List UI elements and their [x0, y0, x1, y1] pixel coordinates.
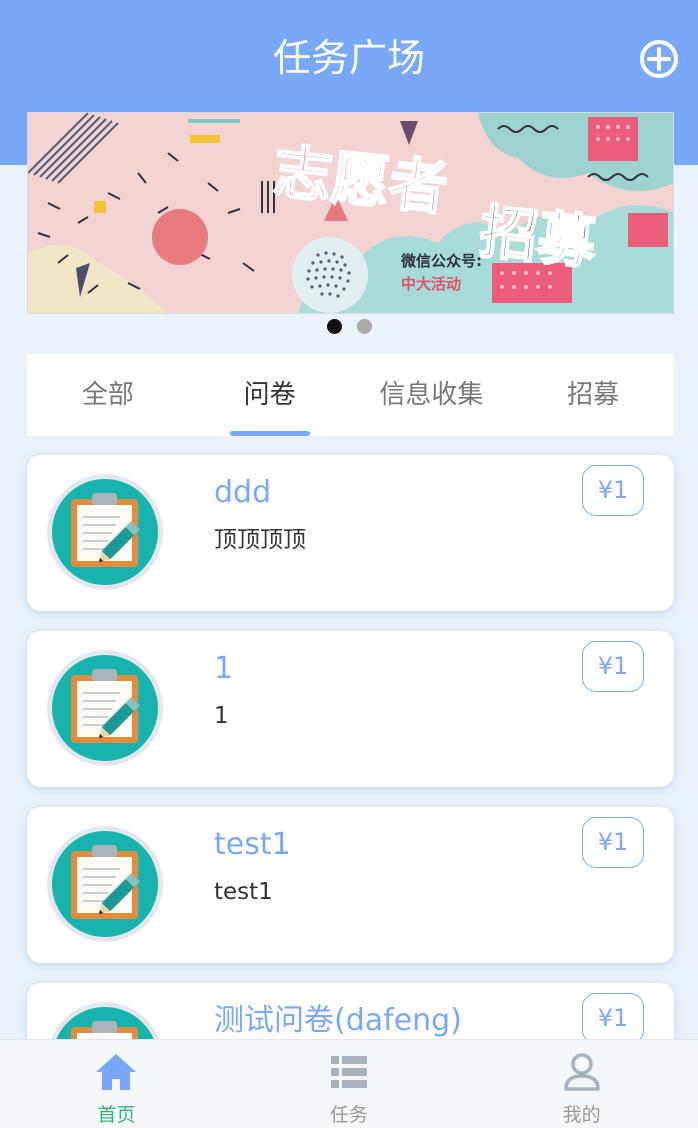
task-title: 1 [214, 651, 234, 686]
nav-tasks[interactable]: 任务 [233, 1040, 466, 1128]
task-card[interactable]: 测试问卷(dafeng) ¥1 [27, 983, 674, 1040]
nav-profile[interactable]: 我的 [465, 1040, 698, 1128]
task-title: test1 [214, 827, 291, 862]
task-reward-badge[interactable]: ¥1 [582, 641, 644, 692]
clipboard-pencil-icon [50, 1002, 160, 1040]
task-list: ddd 顶顶顶顶 ¥1 1 1 ¥1 test1 test1 ¥1 测试问卷(d… [0, 0, 698, 1040]
task-card[interactable]: test1 test1 ¥1 [27, 807, 674, 963]
task-card[interactable]: ddd 顶顶顶顶 ¥1 [27, 455, 674, 611]
task-title: 测试问卷(dafeng) [214, 1003, 462, 1038]
nav-home[interactable]: 首页 [0, 1040, 233, 1128]
task-card[interactable]: 1 1 ¥1 [27, 631, 674, 787]
task-title: ddd [214, 475, 272, 510]
nav-label: 我的 [562, 1104, 601, 1126]
clipboard-pencil-icon [47, 650, 163, 766]
task-description: 顶顶顶顶 [214, 527, 306, 553]
nav-label: 任务 [330, 1104, 369, 1126]
task-reward-badge[interactable]: ¥1 [582, 817, 644, 868]
task-description: 1 [214, 703, 229, 729]
clipboard-pencil-icon [47, 826, 163, 942]
nav-label: 首页 [97, 1104, 136, 1126]
home-icon [96, 1054, 137, 1090]
task-description: test1 [214, 879, 273, 905]
task-reward-badge[interactable]: ¥1 [582, 993, 644, 1040]
bottom-navigation: 首页 任务 我的 [0, 1039, 698, 1128]
list-icon [331, 1056, 367, 1088]
task-reward-badge[interactable]: ¥1 [582, 465, 644, 516]
clipboard-pencil-icon [47, 474, 163, 590]
user-icon [563, 1053, 600, 1091]
